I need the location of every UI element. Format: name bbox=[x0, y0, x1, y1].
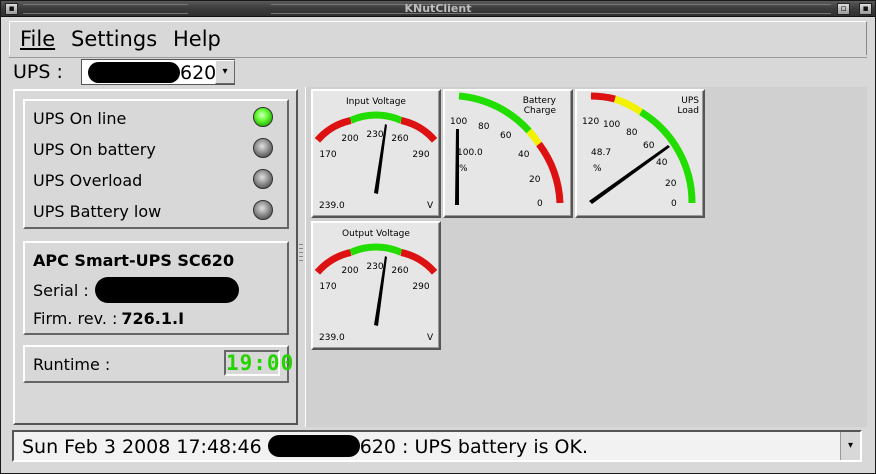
output-voltage-title: Output Voltage bbox=[342, 229, 410, 239]
status-message-combo[interactable]: Sun Feb 3 2008 17:48:46 620 : UPS battery… bbox=[12, 430, 862, 462]
battery-charge-gauge-svg: Battery Charge 100 80 60 40 20 0 100.0 % bbox=[450, 92, 564, 209]
ups-load-band-over bbox=[590, 92, 616, 103]
firmware-value: 726.1.I bbox=[121, 309, 185, 328]
battery-charge-gauge: Battery Charge 100 80 60 40 20 0 100.0 % bbox=[443, 89, 573, 218]
status-message: Sun Feb 3 2008 17:48:46 620 : UPS battery… bbox=[22, 435, 588, 458]
status-label-on-battery: UPS On battery bbox=[33, 140, 156, 159]
led-battery-low-icon bbox=[253, 200, 273, 220]
ups-load-title-2: Load bbox=[677, 106, 699, 116]
tick-label: 60 bbox=[643, 141, 655, 151]
tick-label: 0 bbox=[671, 199, 677, 209]
maximize-button[interactable]: ▪ bbox=[859, 3, 872, 15]
output-voltage-gauge-svg: Output Voltage 170 200 230 260 290 239.0… bbox=[314, 229, 438, 343]
tick-label: 0 bbox=[537, 199, 543, 209]
tick-label: 80 bbox=[626, 128, 638, 138]
ups-load-gauge-svg: UPS Load 120 100 80 60 40 20 0 48.7 % bbox=[582, 92, 699, 209]
status-label-online: UPS On line bbox=[33, 109, 127, 128]
output-voltage-gauge: Output Voltage 170 200 230 260 290 239.0… bbox=[311, 221, 441, 350]
ups-load-value: 48.7 bbox=[591, 148, 611, 158]
tick-label: 60 bbox=[500, 131, 512, 141]
tick-label: 170 bbox=[319, 282, 336, 292]
output-voltage-value: 239.0 bbox=[319, 333, 345, 343]
runtime-label: Runtime : bbox=[33, 355, 111, 374]
title-bar[interactable]: ▪ KNutClient ▫ ▪ bbox=[1, 1, 875, 17]
output-voltage-band-ok bbox=[349, 243, 403, 256]
status-redaction-mask bbox=[267, 435, 360, 457]
ups-selector-bar: UPS : 620 ▾ bbox=[9, 57, 867, 87]
battery-charge-band-ok bbox=[458, 92, 532, 134]
ups-info-box: APC Smart-UPS SC620 Serial : Firm. rev. … bbox=[23, 241, 289, 335]
menu-help-label: Help bbox=[173, 27, 221, 51]
status-label-overload: UPS Overload bbox=[33, 171, 143, 190]
serial-redaction-mask bbox=[95, 277, 239, 303]
tick-label: 100 bbox=[603, 120, 620, 130]
ups-selector-dropdown-icon[interactable]: ▾ bbox=[215, 60, 235, 84]
menu-settings[interactable]: Settings bbox=[71, 27, 157, 51]
status-panel: UPS On line UPS On battery UPS Overload … bbox=[13, 89, 298, 425]
ups-selector-value: 620 bbox=[180, 62, 217, 84]
led-overload-icon bbox=[253, 169, 273, 189]
minimize-button[interactable]: ▫ bbox=[837, 3, 850, 15]
menu-file[interactable]: File bbox=[20, 27, 55, 51]
firmware-row: Firm. rev. :726.1.I bbox=[33, 309, 184, 328]
input-voltage-gauge: Input Voltage 170 200 230 260 290 239.0 … bbox=[311, 89, 441, 218]
battery-charge-value: 100.0 bbox=[457, 148, 483, 158]
ups-load-title-1: UPS bbox=[681, 96, 699, 106]
output-voltage-unit: V bbox=[427, 333, 434, 343]
serial-label: Serial : bbox=[33, 281, 89, 300]
tick-label: 40 bbox=[656, 158, 668, 168]
tick-label: 20 bbox=[665, 179, 677, 189]
tick-label: 170 bbox=[319, 150, 336, 160]
input-voltage-unit: V bbox=[427, 201, 434, 211]
battery-charge-band-warn bbox=[526, 128, 542, 146]
led-on-battery-icon bbox=[253, 138, 273, 158]
status-message-text: 620 : UPS battery is OK. bbox=[359, 436, 588, 458]
input-voltage-gauge-svg: Input Voltage 170 200 230 260 290 239.0 … bbox=[314, 97, 438, 211]
ups-load-gauge: UPS Load 120 100 80 60 40 20 0 48.7 % bbox=[575, 89, 705, 218]
runtime-display: 19:00 bbox=[224, 350, 295, 376]
gauges-area: Input Voltage 170 200 230 260 290 239.0 … bbox=[305, 87, 867, 427]
ups-load-band-warn bbox=[613, 95, 643, 115]
battery-charge-needle bbox=[455, 129, 459, 205]
ups-load-unit: % bbox=[593, 164, 602, 174]
window-title: KNutClient bbox=[404, 2, 472, 15]
runtime-box: Runtime : 19:00 bbox=[23, 345, 295, 383]
status-message-datetime: Sun Feb 3 2008 17:48:46 bbox=[22, 436, 262, 458]
battery-charge-unit: % bbox=[459, 164, 468, 174]
tick-label: 260 bbox=[391, 134, 408, 144]
status-indicators-box: UPS On line UPS On battery UPS Overload … bbox=[23, 99, 289, 229]
menu-help[interactable]: Help bbox=[173, 27, 221, 51]
input-voltage-title: Input Voltage bbox=[346, 97, 406, 107]
led-online-icon bbox=[253, 107, 273, 127]
status-label-battery-low: UPS Battery low bbox=[33, 202, 162, 221]
battery-charge-band-low bbox=[536, 141, 564, 204]
tick-label: 80 bbox=[478, 122, 490, 132]
ups-selector-combo[interactable]: 620 bbox=[81, 59, 235, 85]
tick-label: 230 bbox=[366, 130, 383, 140]
input-voltage-value: 239.0 bbox=[319, 201, 345, 211]
input-voltage-band-ok bbox=[349, 111, 403, 124]
menu-bar: File Settings Help bbox=[9, 21, 867, 55]
ups-selector-label: UPS : bbox=[13, 61, 63, 83]
tick-label: 200 bbox=[341, 134, 358, 144]
menu-settings-label: Settings bbox=[71, 27, 158, 51]
tick-label: 20 bbox=[529, 175, 541, 185]
redaction-mask bbox=[88, 62, 180, 83]
status-dropdown-icon[interactable]: ▾ bbox=[840, 432, 860, 460]
tick-label: 230 bbox=[366, 262, 383, 272]
tick-label: 260 bbox=[391, 266, 408, 276]
panel-splitter[interactable] bbox=[298, 241, 304, 265]
tick-label: 290 bbox=[412, 150, 429, 160]
battery-charge-title-2: Charge bbox=[524, 106, 557, 116]
tick-label: 40 bbox=[518, 150, 530, 160]
tick-label: 120 bbox=[582, 117, 599, 127]
menu-file-label: File bbox=[20, 27, 56, 51]
ups-model: APC Smart-UPS SC620 bbox=[33, 251, 235, 270]
tick-label: 100 bbox=[450, 117, 467, 127]
tick-label: 200 bbox=[341, 266, 358, 276]
firmware-label: Firm. rev. : bbox=[33, 309, 118, 328]
battery-charge-title-1: Battery bbox=[523, 96, 557, 106]
app-window: ▪ KNutClient ▫ ▪ File Settings Help UPS … bbox=[0, 0, 876, 474]
tick-label: 290 bbox=[412, 282, 429, 292]
